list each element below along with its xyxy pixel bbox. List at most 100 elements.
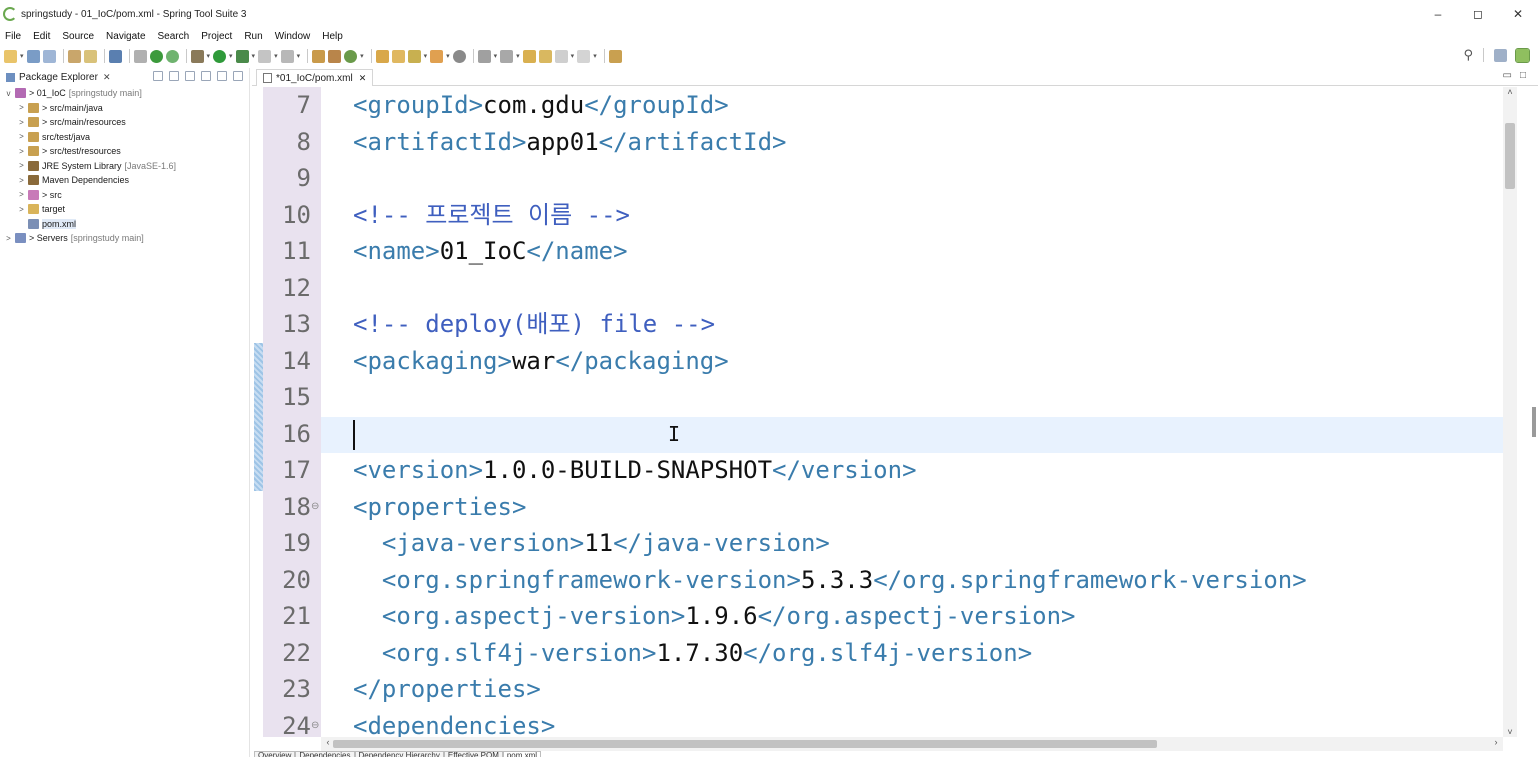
tree-item[interactable]: pom.xml [0, 217, 249, 232]
tab-dependencies[interactable]: Dependencies [295, 751, 355, 757]
tab-overview[interactable]: Overview [254, 751, 296, 757]
menu-window[interactable]: Window [269, 31, 317, 42]
tree-item[interactable]: > target [0, 202, 249, 217]
chevron-down-icon[interactable]: ▾ [446, 52, 450, 60]
stop-icon[interactable] [258, 49, 272, 63]
view-menu-icon[interactable] [201, 71, 211, 81]
horizontal-scrollbar[interactable]: ‹ › [321, 737, 1503, 751]
tasks-icon[interactable] [430, 49, 444, 63]
restore-button[interactable]: ◻ [1458, 0, 1498, 28]
chevron-right-icon[interactable]: > [17, 176, 26, 185]
chevron-right-icon[interactable]: > [17, 118, 26, 127]
tab-effective-pom[interactable]: Effective POM [443, 751, 503, 757]
run-external-icon[interactable] [235, 49, 249, 63]
open-type-icon[interactable] [67, 49, 81, 63]
tab-pom-xml[interactable]: *01_IoC/pom.xml ✕ [256, 69, 374, 86]
previous-annotation-icon[interactable] [500, 49, 514, 63]
fold-toggle-icon[interactable]: ⊖ [311, 720, 319, 731]
tree-item[interactable]: > > src [0, 188, 249, 203]
chevron-right-icon[interactable]: > [17, 190, 26, 199]
debug-icon[interactable] [190, 49, 204, 63]
tree-item[interactable]: > Maven Dependencies [0, 173, 249, 188]
chevron-down-icon[interactable]: ▾ [593, 52, 597, 60]
chevron-down-icon[interactable]: ▾ [207, 52, 211, 60]
new-icon[interactable] [4, 49, 17, 63]
vertical-scroll-thumb[interactable] [1505, 123, 1515, 189]
chevron-right-icon[interactable]: > [17, 161, 26, 170]
menu-file[interactable]: File [0, 31, 27, 42]
pen-icon[interactable] [407, 49, 421, 63]
save-all-icon[interactable] [42, 49, 56, 63]
chevron-down-icon[interactable]: ▾ [229, 52, 233, 60]
save-icon[interactable] [26, 49, 40, 63]
open-project-icon[interactable] [391, 49, 405, 63]
chevron-down-icon[interactable]: ▾ [360, 52, 364, 60]
minimize-view-icon[interactable] [217, 71, 227, 81]
chevron-right-icon[interactable]: > [4, 234, 13, 243]
back-icon[interactable] [554, 49, 568, 63]
code-editor[interactable]: I <groupId>com.gdu</groupId> <artifactId>… [321, 87, 1503, 737]
chevron-right-icon[interactable]: > [17, 132, 26, 141]
maximize-view-icon[interactable] [233, 71, 243, 81]
new-java-project-icon[interactable] [312, 49, 326, 63]
menu-edit[interactable]: Edit [27, 31, 56, 42]
collapse-all-icon[interactable] [153, 71, 163, 81]
minimize-editor-icon[interactable]: ▭ [1503, 70, 1512, 81]
new-package-icon[interactable] [328, 49, 342, 63]
globe-icon[interactable] [452, 49, 466, 63]
tree-item[interactable]: > src/test/java [0, 130, 249, 145]
tab-pom-xml-source[interactable]: pom.xml [502, 751, 542, 757]
chevron-down-icon[interactable]: ▾ [516, 52, 520, 60]
close-window-button[interactable]: ✕ [1498, 0, 1538, 28]
next-annotation-icon[interactable] [477, 49, 491, 63]
open-folder-icon[interactable] [375, 49, 389, 63]
tree-item[interactable]: > > src/main/resources [0, 115, 249, 130]
open-perspective-icon[interactable] [1494, 48, 1507, 62]
refresh-icon[interactable] [165, 49, 179, 63]
link-editor-icon[interactable] [169, 71, 179, 81]
chevron-down-icon[interactable]: ▾ [20, 52, 24, 60]
scroll-right-icon[interactable]: › [1489, 737, 1503, 747]
horizontal-scroll-thumb[interactable] [333, 740, 1157, 748]
chevron-right-icon[interactable]: > [17, 147, 26, 156]
menu-run[interactable]: Run [238, 31, 268, 42]
tab-dependency-hierarchy[interactable]: Dependency Hierarchy [354, 751, 444, 757]
close-icon[interactable]: ✕ [359, 73, 367, 84]
menu-help[interactable]: Help [316, 31, 349, 42]
last-edit-forward-icon[interactable] [538, 49, 552, 63]
tree-item[interactable]: > JRE System Library [JavaSE-1.6] [0, 159, 249, 174]
spring-perspective-icon[interactable] [1515, 47, 1530, 63]
chevron-down-icon[interactable]: ▾ [274, 52, 278, 60]
chevron-down-icon[interactable]: ▾ [571, 52, 575, 60]
chevron-right-icon[interactable]: > [17, 103, 26, 112]
menu-search[interactable]: Search [152, 31, 196, 42]
tree-item[interactable]: v > 01_IoC [springstudy main] [0, 86, 249, 101]
tree-item[interactable]: > > src/main/java [0, 101, 249, 116]
fold-toggle-icon[interactable]: ⊖ [311, 501, 319, 512]
tree-item[interactable]: > > src/test/resources [0, 144, 249, 159]
search-icon[interactable]: ⚲ [1463, 47, 1473, 63]
run-icon[interactable] [213, 49, 227, 63]
vertical-scrollbar[interactable]: ˄ ˅ [1503, 87, 1517, 737]
open-resource-icon[interactable] [83, 49, 97, 63]
new-class-icon[interactable] [344, 49, 358, 63]
menu-project[interactable]: Project [195, 31, 238, 42]
tree-item[interactable]: > > Servers [springstudy main] [0, 231, 249, 246]
chevron-down-icon[interactable]: ▾ [297, 52, 301, 60]
coverage-icon[interactable] [280, 49, 294, 63]
chevron-down-icon[interactable]: ▾ [494, 52, 498, 60]
maximize-editor-icon[interactable]: □ [1520, 70, 1526, 81]
close-icon[interactable]: ✕ [103, 72, 111, 83]
chevron-down-icon[interactable]: ▾ [252, 52, 256, 60]
forward-icon[interactable] [577, 49, 591, 63]
chevron-down-icon[interactable]: v [4, 89, 13, 98]
scroll-down-icon[interactable]: ˅ [1503, 727, 1517, 737]
menu-source[interactable]: Source [56, 31, 100, 42]
spring-boot-icon[interactable] [149, 49, 163, 63]
minimize-button[interactable]: – [1418, 0, 1458, 28]
focus-icon[interactable] [185, 71, 195, 81]
pin-editor-icon[interactable] [608, 49, 622, 63]
chevron-down-icon[interactable]: ▾ [424, 52, 428, 60]
last-edit-icon[interactable] [522, 49, 536, 63]
chevron-right-icon[interactable]: > [17, 205, 26, 214]
